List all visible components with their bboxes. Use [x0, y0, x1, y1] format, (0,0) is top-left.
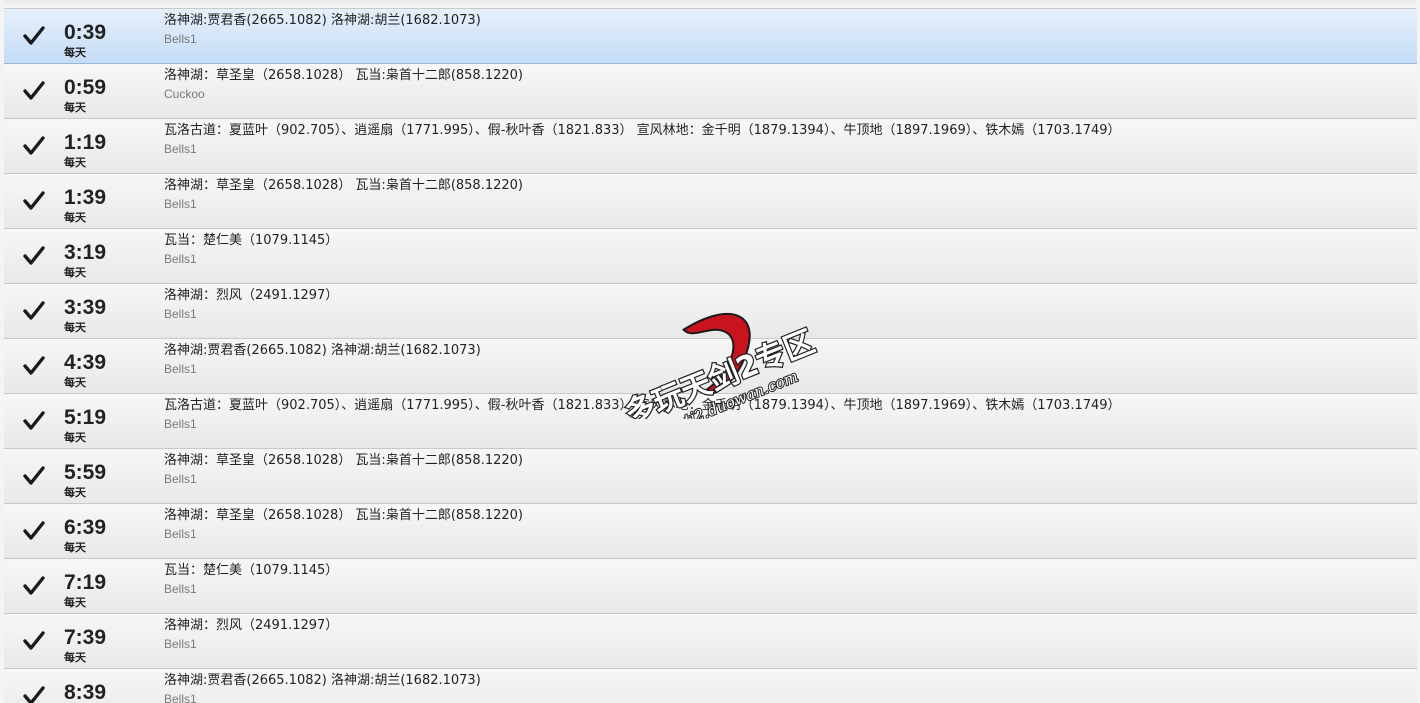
- alarm-time: 4:39: [64, 351, 107, 374]
- alarm-repeat: 每天: [64, 211, 86, 224]
- alarm-repeat: 每天: [64, 101, 86, 114]
- alarm-sound: Bells1: [164, 472, 197, 486]
- alarm-row-1-19[interactable]: 1:19 每天 瓦洛古道：夏蓝叶（902.705）、逍遥扇（1771.995）、…: [4, 119, 1417, 174]
- alarm-repeat: 每天: [64, 486, 86, 499]
- alarm-repeat: 每天: [64, 431, 86, 444]
- checkmark-icon[interactable]: [23, 355, 45, 377]
- alarm-time: 5:19: [64, 406, 107, 429]
- alarm-row-1-39[interactable]: 1:39 每天 洛神湖：草圣皇（2658.1028） 瓦当:枭首十二郎(858.…: [4, 174, 1417, 229]
- alarm-row-3-19[interactable]: 3:19 每天 瓦当：楚仁美（1079.1145） Bells1: [4, 229, 1417, 284]
- alarm-time: 0:39: [64, 21, 107, 44]
- alarm-description: 洛神湖:贾君香(2665.1082) 洛神湖:胡兰(1682.1073): [164, 673, 481, 688]
- alarm-time: 6:39: [64, 516, 107, 539]
- alarm-description: 洛神湖：草圣皇（2658.1028） 瓦当:枭首十二郎(858.1220): [164, 178, 523, 193]
- alarm-repeat: 每天: [64, 541, 86, 554]
- alarm-time: 3:39: [64, 296, 107, 319]
- alarm-description: 瓦洛古道：夏蓝叶（902.705）、逍遥扇（1771.995）、假-秋叶香（18…: [164, 123, 1121, 138]
- alarm-sound: Bells1: [164, 692, 197, 703]
- alarm-repeat: 每天: [64, 266, 86, 279]
- alarm-sound: Bells1: [164, 252, 197, 266]
- alarm-sound: Bells1: [164, 582, 197, 596]
- alarm-description: 洛神湖：草圣皇（2658.1028） 瓦当:枭首十二郎(858.1220): [164, 453, 523, 468]
- checkmark-icon[interactable]: [23, 410, 45, 432]
- alarm-row-7-39[interactable]: 7:39 每天 洛神湖：烈风（2491.1297） Bells1: [4, 614, 1417, 669]
- alarm-time: 1:19: [64, 131, 107, 154]
- alarm-row-6-39[interactable]: 6:39 每天 洛神湖：草圣皇（2658.1028） 瓦当:枭首十二郎(858.…: [4, 504, 1417, 559]
- alarm-sound: Bells1: [164, 362, 197, 376]
- checkmark-icon[interactable]: [23, 630, 45, 652]
- alarm-row-4-39[interactable]: 4:39 每天 洛神湖:贾君香(2665.1082) 洛神湖:胡兰(1682.1…: [4, 339, 1417, 394]
- alarm-list: 0:39 每天 洛神湖:贾君香(2665.1082) 洛神湖:胡兰(1682.1…: [4, 9, 1417, 703]
- alarm-time: 8:39: [64, 681, 107, 703]
- alarm-sound: Bells1: [164, 307, 197, 321]
- alarm-sound: Bells1: [164, 417, 197, 431]
- alarm-row-5-59[interactable]: 5:59 每天 洛神湖：草圣皇（2658.1028） 瓦当:枭首十二郎(858.…: [4, 449, 1417, 504]
- alarm-repeat: 每天: [64, 156, 86, 169]
- checkmark-icon[interactable]: [23, 135, 45, 157]
- alarm-repeat: 每天: [64, 321, 86, 334]
- checkmark-icon[interactable]: [23, 245, 45, 267]
- alarm-sound: Bells1: [164, 637, 197, 651]
- alarm-repeat: 每天: [64, 651, 86, 664]
- alarm-description: 洛神湖：烈风（2491.1297）: [164, 618, 339, 633]
- alarm-row-5-19[interactable]: 5:19 每天 瓦洛古道：夏蓝叶（902.705）、逍遥扇（1771.995）、…: [4, 394, 1417, 449]
- alarm-description: 洛神湖:贾君香(2665.1082) 洛神湖:胡兰(1682.1073): [164, 13, 481, 28]
- alarm-repeat: 每天: [64, 376, 86, 389]
- alarm-description: 瓦当：楚仁美（1079.1145）: [164, 233, 339, 248]
- alarm-time: 1:39: [64, 186, 107, 209]
- checkmark-icon[interactable]: [23, 25, 45, 47]
- alarm-time: 0:59: [64, 76, 107, 99]
- alarm-row-0-39[interactable]: 0:39 每天 洛神湖:贾君香(2665.1082) 洛神湖:胡兰(1682.1…: [4, 9, 1417, 64]
- alarm-time: 3:19: [64, 241, 107, 264]
- alarm-description: 洛神湖：草圣皇（2658.1028） 瓦当:枭首十二郎(858.1220): [164, 508, 523, 523]
- alarm-sound: Cuckoo: [164, 87, 205, 101]
- checkmark-icon[interactable]: [23, 465, 45, 487]
- alarm-sound: Bells1: [164, 32, 197, 46]
- checkmark-icon[interactable]: [23, 300, 45, 322]
- alarm-description: 瓦当：楚仁美（1079.1145）: [164, 563, 339, 578]
- alarm-time: 7:39: [64, 626, 107, 649]
- alarm-row-7-19[interactable]: 7:19 每天 瓦当：楚仁美（1079.1145） Bells1: [4, 559, 1417, 614]
- alarm-description: 洛神湖：烈风（2491.1297）: [164, 288, 339, 303]
- checkmark-icon[interactable]: [23, 520, 45, 542]
- alarm-row-3-39[interactable]: 3:39 每天 洛神湖：烈风（2491.1297） Bells1: [4, 284, 1417, 339]
- checkmark-icon[interactable]: [23, 685, 45, 703]
- list-top-edge: [4, 0, 1416, 9]
- alarm-row-0-59[interactable]: 0:59 每天 洛神湖：草圣皇（2658.1028） 瓦当:枭首十二郎(858.…: [4, 64, 1417, 119]
- alarm-sound: Bells1: [164, 197, 197, 211]
- checkmark-icon[interactable]: [23, 190, 45, 212]
- alarm-description: 洛神湖：草圣皇（2658.1028） 瓦当:枭首十二郎(858.1220): [164, 68, 523, 83]
- alarm-description: 瓦洛古道：夏蓝叶（902.705）、逍遥扇（1771.995）、假-秋叶香（18…: [164, 398, 1121, 413]
- alarm-sound: Bells1: [164, 142, 197, 156]
- checkmark-icon[interactable]: [23, 575, 45, 597]
- alarm-description: 洛神湖:贾君香(2665.1082) 洛神湖:胡兰(1682.1073): [164, 343, 481, 358]
- alarm-sound: Bells1: [164, 527, 197, 541]
- alarm-time: 5:59: [64, 461, 107, 484]
- alarm-row-8-39[interactable]: 8:39 每天 洛神湖:贾君香(2665.1082) 洛神湖:胡兰(1682.1…: [4, 669, 1417, 703]
- alarm-time: 7:19: [64, 571, 107, 594]
- alarm-repeat: 每天: [64, 596, 86, 609]
- alarm-repeat: 每天: [64, 46, 86, 59]
- checkmark-icon[interactable]: [23, 80, 45, 102]
